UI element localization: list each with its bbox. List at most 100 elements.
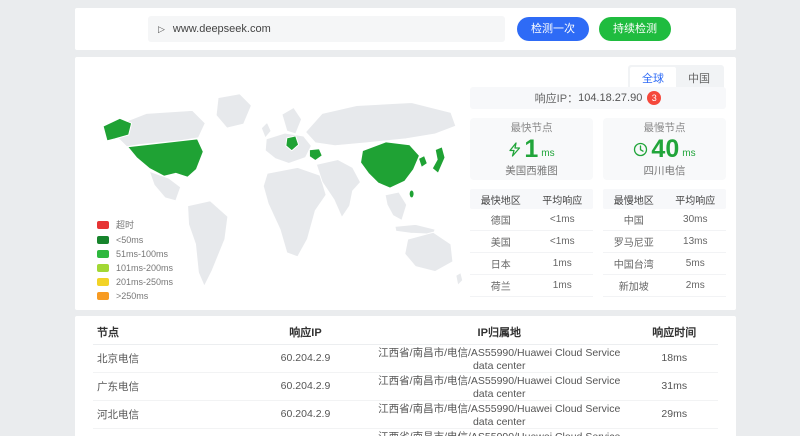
summary-panel: 响应IP： 104.18.27.90 3 最快节点 1 ms 美国西雅图	[470, 87, 726, 297]
legend-label: 201ms-250ms	[116, 277, 173, 287]
ip-cell: 60.204.2.9	[243, 344, 368, 372]
legend-item: <50ms	[97, 235, 173, 245]
legend-swatch	[97, 221, 109, 229]
slowest-node-card: 最慢节点 40 ms 四川电信	[603, 118, 726, 180]
mini-table-row: 日本1ms	[470, 253, 593, 275]
legend-item: 51ms-100ms	[97, 249, 173, 259]
region-africa	[263, 167, 326, 256]
check-once-button[interactable]: 检测一次	[517, 17, 589, 41]
location-cell: 江西省/南昌市/电信/AS55990/Huawei Cloud Service …	[368, 428, 631, 436]
time-cell: 18ms	[631, 344, 719, 372]
region-scandinavia	[282, 107, 302, 134]
region-uk	[261, 122, 271, 138]
node-table-body: 北京电信60.204.2.9江西省/南昌市/电信/AS55990/Huawei …	[93, 344, 718, 436]
mini-table-row: 中国30ms	[603, 209, 726, 231]
legend-item: 超时	[97, 218, 173, 231]
mini-table-row: 中国台湾5ms	[603, 253, 726, 275]
slowest-node-title: 最慢节点	[644, 120, 686, 135]
mini-table-cell: 德国	[470, 212, 532, 227]
ip-count-badge[interactable]: 3	[647, 91, 661, 105]
mini-table-cell: 日本	[470, 256, 532, 271]
legend-item: 101ms-200ms	[97, 263, 173, 273]
mini-table-row: 美国<1ms	[470, 231, 593, 253]
url-value: www.deepseek.com	[173, 23, 271, 35]
tab-china[interactable]: 中国	[676, 67, 722, 89]
response-ip-label: 响应IP：	[535, 90, 578, 106]
mini-table-cell: 1ms	[532, 280, 594, 291]
legend-swatch	[97, 236, 109, 244]
fastest-node-title: 最快节点	[511, 120, 553, 135]
node-table-card: 节点响应IPIP归属地响应时间 北京电信60.204.2.9江西省/南昌市/电信…	[75, 316, 736, 436]
legend-label: <50ms	[116, 235, 143, 245]
continuous-check-button[interactable]: 持续检测	[599, 17, 671, 41]
mini-table-header: 平均响应	[665, 192, 727, 207]
mini-table-row: 新加坡2ms	[603, 275, 726, 297]
node-table-header: 响应时间	[631, 320, 719, 344]
legend-label: 超时	[116, 218, 134, 231]
clock-icon	[633, 142, 648, 157]
legend-label: 51ms-100ms	[116, 249, 168, 259]
node-table-header: 节点	[93, 320, 243, 344]
ip-cell: 60.204.2.9	[243, 400, 368, 428]
table-row: 河北电信60.204.2.9江西省/南昌市/电信/AS55990/Huawei …	[93, 400, 718, 428]
time-cell: 31ms	[631, 372, 719, 400]
legend-item: >250ms	[97, 291, 173, 301]
url-input[interactable]: ▷ www.deepseek.com	[148, 16, 505, 42]
ip-cell: 60.204.2.9	[243, 428, 368, 436]
fastest-node-name: 美国西雅图	[505, 163, 558, 178]
mini-table-row: 荷兰1ms	[470, 275, 593, 297]
mini-table-cell: 中国	[603, 212, 665, 227]
region-indonesia	[395, 224, 435, 234]
tab-global[interactable]: 全球	[630, 67, 676, 89]
country-japan	[432, 147, 445, 174]
legend-label: 101ms-200ms	[116, 263, 173, 273]
fastest-node-unit: ms	[541, 148, 554, 159]
mini-table-cell: 13ms	[665, 236, 727, 247]
node-table: 节点响应IPIP归属地响应时间 北京电信60.204.2.9江西省/南昌市/电信…	[93, 320, 718, 436]
legend-swatch	[97, 278, 109, 286]
region-se-asia	[385, 192, 407, 220]
region-greenland	[216, 94, 251, 128]
region-russia	[306, 103, 456, 146]
mini-table-header-row: 最慢地区平均响应	[603, 189, 726, 209]
legend-label: >250ms	[116, 291, 148, 301]
location-cell: 江西省/南昌市/电信/AS55990/Huawei Cloud Service …	[368, 372, 631, 400]
mini-table-cell: 5ms	[665, 258, 727, 269]
play-icon: ▷	[158, 24, 165, 35]
page: ▷ www.deepseek.com 检测一次 持续检测 全球 中国	[0, 8, 800, 436]
mini-table-cell: 新加坡	[603, 278, 665, 293]
mini-table-cell: 2ms	[665, 280, 727, 291]
node-cell: 北京电信	[93, 344, 243, 372]
mini-table-cell: 中国台湾	[603, 256, 665, 271]
slowest-node-unit: ms	[682, 148, 695, 159]
node-cell: 河南电信	[93, 428, 243, 436]
fastest-node-value: 1	[524, 137, 538, 162]
ip-cell: 60.204.2.9	[243, 372, 368, 400]
fastest-regions-table: 最快地区平均响应德国<1ms美国<1ms日本1ms荷兰1ms	[470, 189, 593, 297]
node-table-header: IP归属地	[368, 320, 631, 344]
mini-table-cell: <1ms	[532, 214, 594, 225]
search-bar: ▷ www.deepseek.com 检测一次 持续检测	[75, 8, 736, 50]
bolt-icon	[508, 142, 521, 157]
time-cell: 29ms	[631, 400, 719, 428]
slowest-node-name: 四川电信	[644, 163, 686, 178]
mini-table-cell: 罗马尼亚	[603, 234, 665, 249]
region-australia	[405, 232, 453, 271]
world-map: 超时 <50ms 51ms-100ms 101ms-200ms 201ms-250ms >…	[87, 77, 469, 303]
legend-swatch	[97, 250, 109, 258]
country-china	[361, 142, 420, 188]
table-row: 河南电信60.204.2.9江西省/南昌市/电信/AS55990/Huawei …	[93, 428, 718, 436]
table-row: 北京电信60.204.2.9江西省/南昌市/电信/AS55990/Huawei …	[93, 344, 718, 372]
mini-table-header: 最快地区	[470, 192, 532, 207]
legend-item: 201ms-250ms	[97, 277, 173, 287]
mini-table-cell: <1ms	[532, 236, 594, 247]
country-romania	[309, 149, 322, 161]
country-korea	[419, 156, 428, 168]
mini-table-row: 罗马尼亚13ms	[603, 231, 726, 253]
legend-swatch	[97, 264, 109, 272]
legend-swatch	[97, 292, 109, 300]
response-ip-bar: 响应IP： 104.18.27.90 3	[470, 87, 726, 109]
country-taiwan	[409, 190, 414, 198]
result-panel: 全球 中国	[75, 57, 736, 310]
fastest-node-card: 最快节点 1 ms 美国西雅图	[470, 118, 593, 180]
